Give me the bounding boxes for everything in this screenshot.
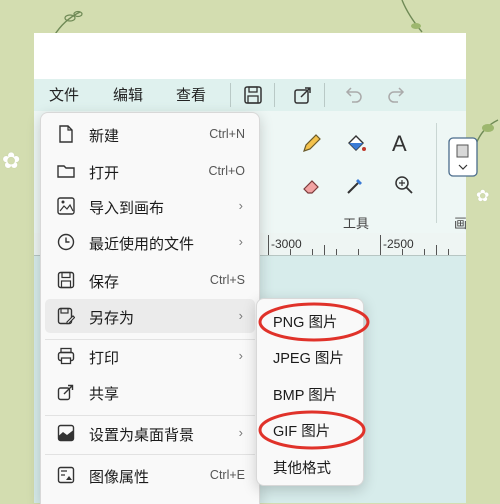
- folder-icon: [57, 165, 75, 178]
- chevron-right-icon: ›: [238, 348, 243, 363]
- ruler-minor-tick: [324, 245, 325, 255]
- ribbon-divider: [436, 123, 437, 223]
- menu-label: 另存为: [89, 310, 135, 327]
- menu-label: 图像属性: [89, 469, 150, 486]
- menu-label: 保存: [89, 274, 120, 291]
- menubar-divider: [230, 83, 231, 107]
- flower-left: ✿: [2, 148, 21, 173]
- save-as-icon: [57, 307, 75, 325]
- desktop-background-icon: [57, 424, 75, 442]
- file-menu-item-save-as[interactable]: 另存为 ›: [45, 299, 255, 333]
- menu-label: 导入到画布: [89, 200, 165, 217]
- import-image-icon: [57, 197, 75, 215]
- save-icon[interactable]: [242, 84, 264, 106]
- plant-sketch-top-right: [401, 0, 423, 33]
- save-as-jpeg[interactable]: JPEG 图片: [261, 339, 359, 373]
- flower-right: ✿: [476, 188, 490, 205]
- save-as-other-formats[interactable]: 其他格式: [261, 449, 359, 483]
- submenu-label: JPEG 图片: [273, 351, 344, 367]
- file-menu-item-image-properties[interactable]: 图像属性 Ctrl+E: [45, 458, 255, 492]
- share-icon[interactable]: [292, 84, 314, 106]
- menu-label: 新建: [89, 128, 120, 145]
- text-tool-icon[interactable]: A: [392, 131, 407, 157]
- shortcut-label: Ctrl+N: [209, 127, 245, 141]
- printer-icon: [57, 347, 75, 365]
- ruler-minor-tick: [424, 249, 425, 255]
- shortcut-label: Ctrl+O: [208, 164, 245, 178]
- ruler-tick: [268, 235, 269, 255]
- menu-label: 设置为桌面背景: [89, 427, 195, 444]
- image-group-label: 画: [454, 216, 468, 231]
- save-icon: [57, 271, 75, 289]
- menubar-divider: [274, 83, 275, 107]
- shortcut-label: Ctrl+S: [209, 273, 245, 287]
- undo-icon[interactable]: [342, 84, 364, 106]
- pencil-icon[interactable]: [300, 131, 324, 155]
- ruler-minor-tick: [448, 249, 449, 255]
- eraser-icon[interactable]: [300, 173, 324, 197]
- save-as-gif[interactable]: GIF 图片: [261, 412, 359, 446]
- ruler-minor-tick: [312, 249, 313, 255]
- ruler-minor-tick: [358, 249, 359, 255]
- file-menu-item-print[interactable]: 打印 ›: [45, 339, 255, 373]
- menu-view[interactable]: 查看: [176, 84, 206, 105]
- image-properties-icon: [57, 466, 75, 484]
- save-as-png[interactable]: PNG 图片: [261, 303, 359, 337]
- menu-bar: 文件 编辑 查看: [34, 79, 466, 111]
- menu-label: 打开: [89, 165, 120, 182]
- submenu-label: 其他格式: [273, 461, 331, 477]
- submenu-label: GIF 图片: [273, 424, 331, 440]
- menubar-divider: [324, 83, 325, 107]
- file-menu-item-set-desktop-background[interactable]: 设置为桌面背景 ›: [45, 416, 255, 450]
- new-file-icon: [59, 125, 73, 143]
- menu-label: 最近使用的文件: [89, 236, 195, 253]
- color-picker-icon[interactable]: [344, 173, 368, 197]
- clock-icon: [57, 233, 75, 251]
- save-as-bmp[interactable]: BMP 图片: [261, 376, 359, 410]
- chevron-right-icon: ›: [238, 308, 243, 323]
- chevron-right-icon: ›: [238, 234, 243, 249]
- magnifier-icon[interactable]: [392, 173, 416, 197]
- submenu-label: BMP 图片: [273, 388, 338, 404]
- brush-icon[interactable]: [448, 137, 478, 177]
- menu-divider: [45, 454, 255, 455]
- submenu-label: PNG 图片: [273, 315, 338, 331]
- ruler-minor-tick: [290, 249, 291, 255]
- file-menu-item-open[interactable]: 打开 Ctrl+O: [45, 154, 255, 188]
- file-menu-dropdown: 新建 Ctrl+N 打开 Ctrl+O 导入到画布 › 最近使用的文件 › 保存…: [40, 112, 260, 504]
- menu-label: 共享: [89, 386, 120, 403]
- chevron-right-icon: ›: [238, 198, 243, 213]
- ruler-label: -2500: [383, 237, 414, 251]
- ruler-minor-tick: [336, 249, 337, 255]
- fill-bucket-icon[interactable]: [344, 131, 368, 155]
- chevron-right-icon: ›: [238, 425, 243, 440]
- menu-label: 打印: [89, 350, 120, 367]
- file-menu-item-share[interactable]: 共享: [45, 375, 255, 409]
- file-menu-item-new[interactable]: 新建 Ctrl+N: [45, 117, 255, 151]
- ruler-minor-tick: [402, 249, 403, 255]
- save-as-submenu: PNG 图片 JPEG 图片 BMP 图片 GIF 图片 其他格式: [256, 298, 364, 486]
- ruler-label: -3000: [271, 237, 302, 251]
- file-menu-item-recent-files[interactable]: 最近使用的文件 ›: [45, 225, 255, 259]
- file-menu-item-save[interactable]: 保存 Ctrl+S: [45, 263, 255, 297]
- file-menu-item-import-to-canvas[interactable]: 导入到画布 ›: [45, 189, 255, 223]
- menu-file[interactable]: 文件: [49, 84, 79, 105]
- ruler-tick: [380, 235, 381, 255]
- shortcut-label: Ctrl+E: [209, 468, 245, 482]
- tools-group-label: 工具: [343, 216, 370, 231]
- menu-edit[interactable]: 编辑: [113, 84, 143, 105]
- redo-icon[interactable]: [386, 84, 408, 106]
- ruler-minor-tick: [436, 245, 437, 255]
- share-icon: [57, 384, 74, 401]
